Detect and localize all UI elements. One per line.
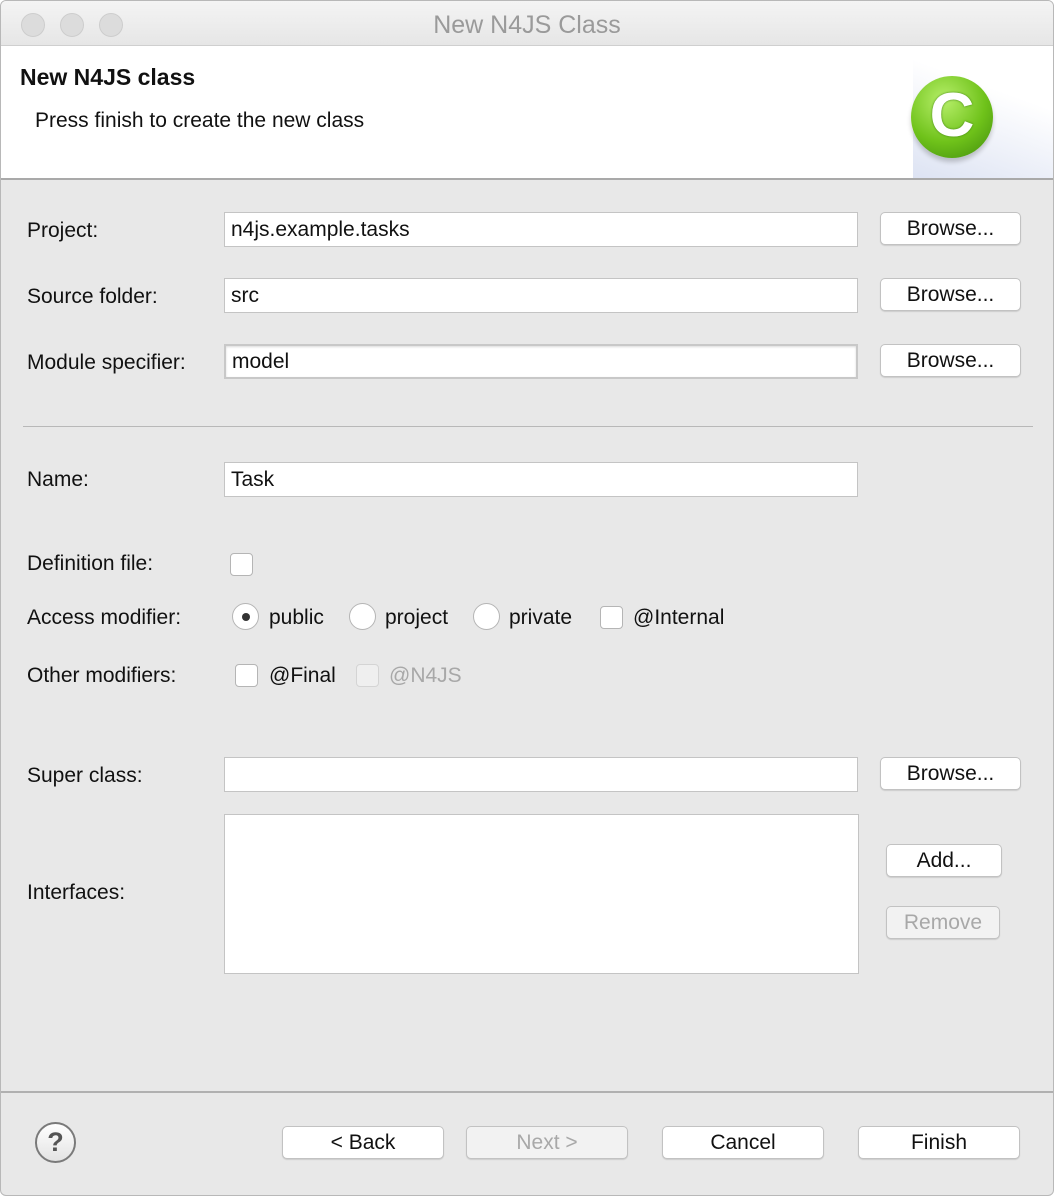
super-class-input[interactable] bbox=[224, 757, 858, 792]
back-button[interactable]: < Back bbox=[282, 1126, 444, 1159]
section-divider bbox=[23, 426, 1033, 427]
project-radio[interactable] bbox=[349, 603, 376, 630]
next-button: Next > bbox=[466, 1126, 628, 1159]
name-label: Name: bbox=[27, 468, 89, 491]
definition-file-checkbox[interactable] bbox=[230, 553, 253, 576]
final-label[interactable]: @Final bbox=[269, 664, 336, 688]
internal-label[interactable]: @Internal bbox=[633, 606, 724, 630]
finish-button[interactable]: Finish bbox=[858, 1126, 1020, 1159]
logo-letter: C bbox=[929, 81, 975, 150]
private-label[interactable]: private bbox=[509, 606, 572, 630]
wizard-header: New N4JS class Press finish to create th… bbox=[1, 46, 1053, 180]
private-radio[interactable] bbox=[473, 603, 500, 630]
source-folder-input[interactable] bbox=[224, 278, 858, 313]
source-folder-label: Source folder: bbox=[27, 285, 158, 308]
name-input[interactable] bbox=[224, 462, 858, 497]
n4js-checkbox bbox=[356, 664, 379, 687]
source-folder-browse-button[interactable]: Browse... bbox=[880, 278, 1021, 311]
module-specifier-browse-button[interactable]: Browse... bbox=[880, 344, 1021, 377]
n4js-label: @N4JS bbox=[389, 664, 462, 687]
public-label[interactable]: public bbox=[269, 606, 324, 630]
add-interface-button[interactable]: Add... bbox=[886, 844, 1002, 877]
project-label: Project: bbox=[27, 219, 99, 242]
module-specifier-input[interactable] bbox=[224, 344, 858, 379]
other-modifiers-label: Other modifiers: bbox=[27, 664, 177, 687]
module-specifier-label: Module specifier: bbox=[27, 351, 186, 374]
dialog-window: New N4JS Class New N4JS class Press fini… bbox=[0, 0, 1054, 1196]
definition-file-label: Definition file: bbox=[27, 552, 154, 575]
project-input[interactable] bbox=[224, 212, 858, 247]
remove-interface-button: Remove bbox=[886, 906, 1000, 939]
page-description: Press finish to create the new class bbox=[35, 109, 365, 132]
project-browse-button[interactable]: Browse... bbox=[880, 212, 1021, 245]
cancel-button[interactable]: Cancel bbox=[662, 1126, 824, 1159]
window-title: New N4JS Class bbox=[433, 11, 621, 39]
access-modifier-label: Access modifier: bbox=[27, 606, 182, 629]
title-bar: New N4JS Class bbox=[1, 1, 1053, 46]
page-title: New N4JS class bbox=[20, 64, 196, 90]
final-checkbox[interactable] bbox=[235, 664, 258, 687]
super-class-label: Super class: bbox=[27, 764, 143, 787]
class-logo-icon: C bbox=[911, 76, 993, 158]
interfaces-list[interactable] bbox=[224, 814, 859, 974]
public-radio[interactable] bbox=[232, 603, 259, 630]
help-icon[interactable]: ? bbox=[35, 1122, 76, 1163]
interfaces-label: Interfaces: bbox=[27, 881, 126, 904]
footer-divider bbox=[1, 1091, 1053, 1093]
project-label[interactable]: project bbox=[385, 606, 448, 630]
super-class-browse-button[interactable]: Browse... bbox=[880, 757, 1021, 790]
internal-checkbox[interactable] bbox=[600, 606, 623, 629]
